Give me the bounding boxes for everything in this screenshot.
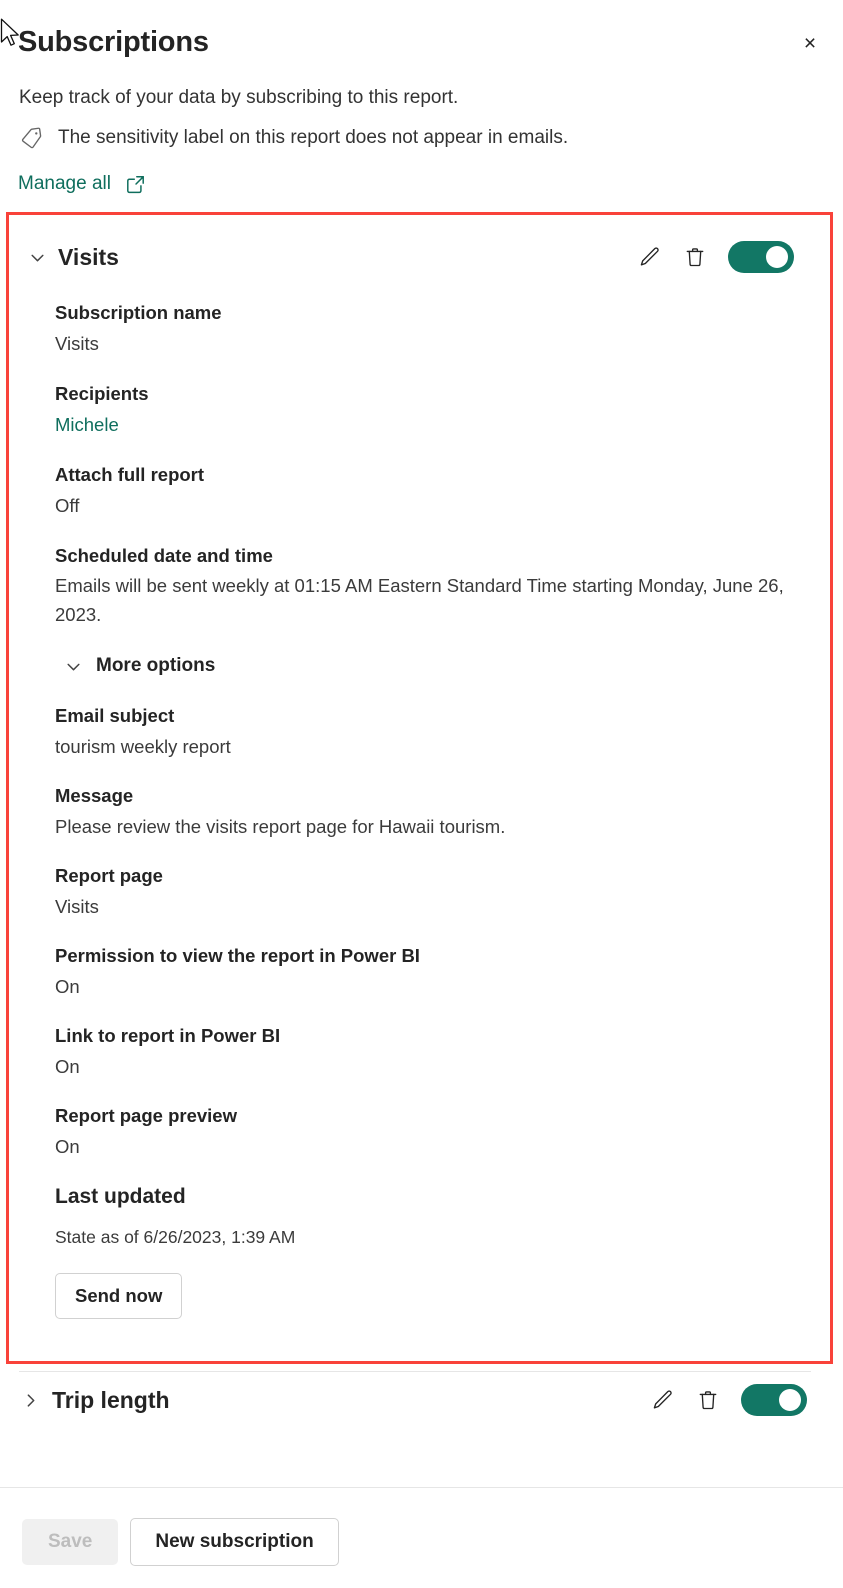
field-attach-full-report: Attach full report Off — [55, 462, 814, 519]
field-subscription-name: Subscription name Visits — [55, 300, 814, 357]
subscription-actions — [649, 1384, 843, 1416]
field-scheduled-date-time: Scheduled date and time Emails will be s… — [55, 543, 814, 629]
field-value: Visits — [55, 333, 99, 354]
field-label: Attach full report — [55, 464, 205, 485]
last-updated-value: State as of 6/26/2023, 1:39 AM — [55, 1227, 296, 1247]
field-label: Report page — [55, 865, 163, 886]
more-options-label: More options — [96, 655, 216, 676]
field-label: Permission to view the report in Power B… — [55, 945, 420, 966]
subscription-actions — [636, 241, 830, 273]
chevron-down-icon[interactable] — [21, 241, 53, 273]
panel-header: Subscriptions × — [0, 22, 843, 68]
panel-footer: Save New subscription — [0, 1496, 843, 1588]
subscription-details: Subscription name Visits Recipients Mich… — [55, 300, 814, 1319]
chevron-down-icon — [65, 658, 82, 675]
field-label: Message — [55, 785, 134, 806]
close-icon[interactable]: × — [793, 26, 827, 60]
send-now-button[interactable]: Send now — [55, 1273, 183, 1319]
last-updated-label: Last updated — [55, 1185, 186, 1208]
subscriptions-panel: Subscriptions × Keep track of your data … — [0, 0, 843, 1588]
field-message: Message Please review the visits report … — [55, 783, 814, 840]
more-options-toggle[interactable]: More options — [65, 655, 814, 677]
panel-subtitle: Keep track of your data by subscribing t… — [19, 87, 459, 108]
manage-all-label: Manage all — [18, 173, 111, 194]
external-link-icon — [125, 174, 146, 195]
toggle-knob — [766, 246, 788, 268]
field-label: Email subject — [55, 705, 175, 726]
new-subscription-button[interactable]: New subscription — [130, 1518, 339, 1566]
subscription-title: Trip length — [52, 1386, 170, 1413]
field-value: On — [55, 976, 80, 997]
field-report-page-preview: Report page preview On — [55, 1103, 814, 1160]
tag-icon — [19, 126, 44, 151]
page-title: Subscriptions — [18, 26, 209, 58]
subscription-card-visits: Visits Subscription name Visits Recipien… — [6, 212, 833, 1364]
field-value: Emails will be sent weekly at 01:15 AM E… — [55, 575, 784, 625]
field-email-subject: Email subject tourism weekly report — [55, 703, 814, 760]
field-recipients: Recipients Michele — [55, 381, 814, 438]
field-value: Please review the visits report page for… — [55, 816, 506, 837]
trash-icon[interactable] — [695, 1387, 721, 1413]
field-label: Recipients — [55, 383, 149, 404]
field-link-to-report: Link to report in Power BI On — [55, 1023, 814, 1080]
field-label: Report page preview — [55, 1105, 237, 1126]
field-value: On — [55, 1056, 80, 1077]
field-value: Visits — [55, 896, 99, 917]
field-permission-view-report: Permission to view the report in Power B… — [55, 943, 814, 1000]
field-value: Off — [55, 495, 80, 516]
save-button[interactable]: Save — [22, 1519, 119, 1565]
last-updated-section: Last updated State as of 6/26/2023, 1:39… — [55, 1183, 814, 1319]
trash-icon[interactable] — [682, 244, 708, 270]
sensitivity-text: The sensitivity label on this report doe… — [58, 127, 569, 148]
field-label: Link to report in Power BI — [55, 1025, 281, 1046]
subscription-card-trip-length[interactable]: Trip length — [0, 1371, 843, 1429]
chevron-right-icon[interactable] — [14, 1384, 46, 1416]
field-label: Subscription name — [55, 302, 222, 323]
field-value: tourism weekly report — [55, 736, 231, 757]
recipient-link[interactable]: Michele — [55, 412, 814, 438]
pencil-icon[interactable] — [649, 1387, 675, 1413]
field-label: Scheduled date and time — [55, 545, 273, 566]
pencil-icon[interactable] — [636, 244, 662, 270]
manage-all-link[interactable]: Manage all — [18, 171, 146, 197]
field-value: On — [55, 1136, 80, 1157]
subscription-enabled-toggle[interactable] — [728, 241, 794, 273]
subscription-title: Visits — [58, 243, 119, 270]
toggle-knob — [779, 1389, 801, 1411]
subscription-header[interactable]: Visits — [9, 231, 830, 283]
field-report-page: Report page Visits — [55, 863, 814, 920]
subscription-enabled-toggle[interactable] — [741, 1384, 807, 1416]
footer-divider — [0, 1487, 843, 1488]
sensitivity-notice: The sensitivity label on this report doe… — [19, 125, 568, 151]
